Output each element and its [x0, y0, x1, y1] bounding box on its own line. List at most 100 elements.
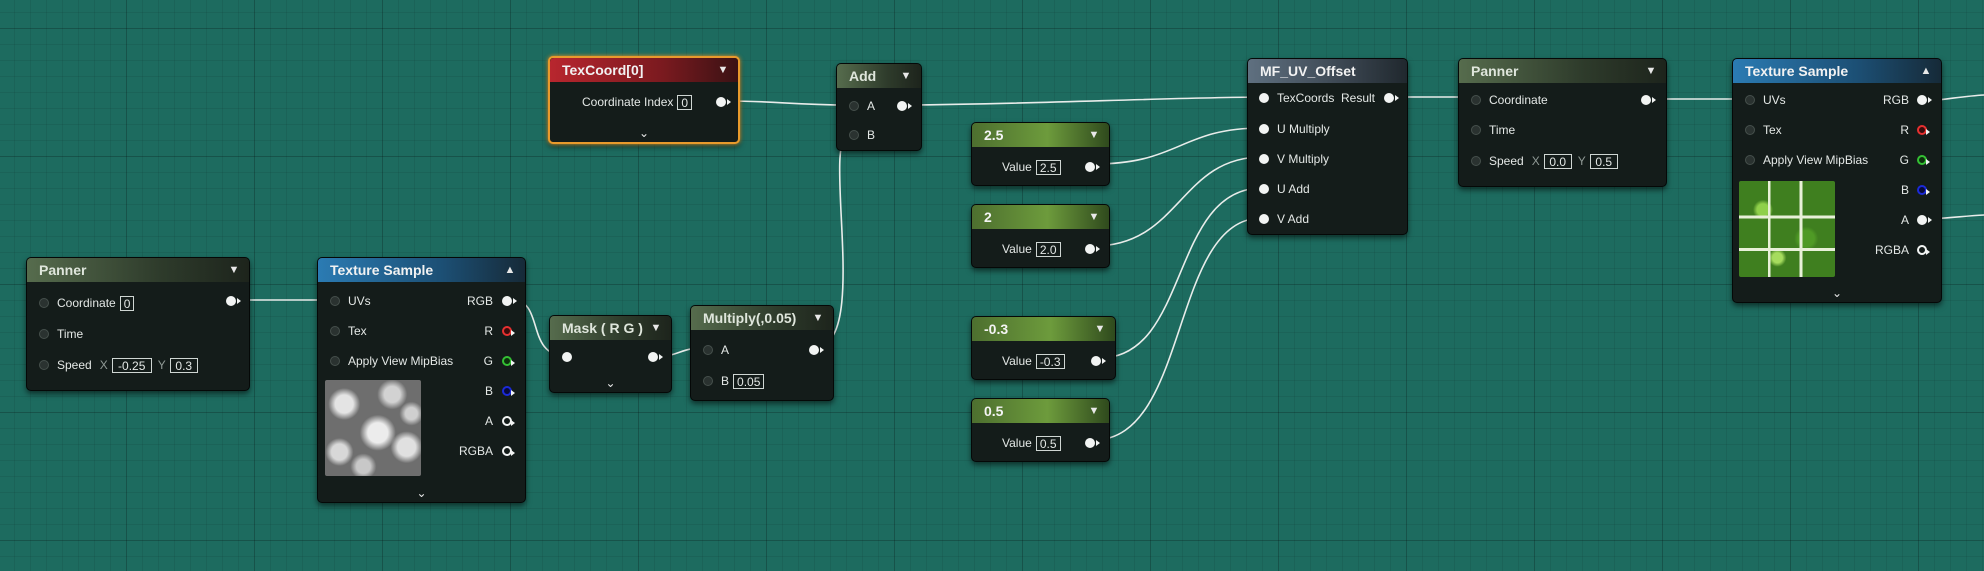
pin-label: RGBA	[1874, 243, 1909, 257]
texcoords-input-pin[interactable]	[1259, 93, 1269, 103]
result-output-pin[interactable]	[1384, 93, 1399, 103]
coordinate-input-pin[interactable]	[39, 298, 49, 308]
value-field[interactable]: -0.3	[1035, 354, 1065, 370]
time-input-pin[interactable]	[1471, 125, 1481, 135]
node-header[interactable]: 0.5 ▼	[972, 399, 1109, 423]
v-add-input-pin[interactable]	[1259, 214, 1269, 224]
node-header[interactable]: TexCoord[0] ▼	[550, 58, 738, 82]
output-pin[interactable]	[1085, 244, 1100, 254]
chevron-down-icon[interactable]: ▼	[1087, 123, 1101, 147]
constant-node-0-5[interactable]: 0.5 ▼ Value 0.5	[971, 398, 1110, 462]
node-header[interactable]: Panner ▼	[1459, 59, 1666, 83]
panner-node-right[interactable]: Panner ▼ Coordinate Time Speed X 0.0 Y 0.5	[1458, 58, 1667, 187]
b-output-pin[interactable]	[1917, 185, 1930, 195]
constant-node-2[interactable]: 2 ▼ Value 2.0	[971, 204, 1110, 268]
node-header[interactable]: MF_UV_Offset	[1248, 59, 1407, 83]
tex-input-pin[interactable]	[330, 326, 340, 336]
texture-sample-node-left[interactable]: Texture Sample ▲ UVs Tex Apply View MipBi…	[317, 257, 526, 503]
tex-input-pin[interactable]	[1745, 125, 1755, 135]
constant-node-2-5[interactable]: 2.5 ▼ Value 2.5	[971, 122, 1110, 186]
rgb-output-pin[interactable]	[1917, 95, 1932, 105]
output-pin[interactable]	[1085, 438, 1100, 448]
coordinate-value-field[interactable]: 0	[119, 296, 135, 312]
value-field[interactable]: 0.5	[1035, 436, 1061, 452]
add-node[interactable]: Add ▼ A B	[836, 63, 922, 151]
speed-y-field[interactable]: 0.3	[169, 358, 198, 374]
chevron-down-icon[interactable]: ▼	[811, 306, 825, 330]
output-pin[interactable]	[1091, 356, 1106, 366]
u-add-input-pin[interactable]	[1259, 184, 1269, 194]
b-output-pin[interactable]	[502, 386, 515, 396]
value-field[interactable]: 2.0	[1035, 242, 1061, 258]
node-header[interactable]: Multiply(,0.05) ▼	[691, 306, 833, 330]
r-output-pin[interactable]	[1917, 125, 1930, 135]
output-pin[interactable]	[648, 352, 663, 362]
chevron-up-icon[interactable]: ▲	[503, 258, 517, 282]
v-multiply-input-pin[interactable]	[1259, 154, 1269, 164]
chevron-down-icon[interactable]: ▼	[716, 58, 730, 82]
mipbias-input-pin[interactable]	[330, 356, 340, 366]
multiply-node[interactable]: Multiply(,0.05) ▼ A B 0.05	[690, 305, 834, 401]
chevron-down-icon[interactable]: ▼	[899, 64, 913, 88]
b-input-pin[interactable]	[849, 130, 859, 140]
panner-node-left[interactable]: Panner ▼ Coordinate 0 Time Speed X -0.25 Y 0.3	[26, 257, 250, 391]
output-pin[interactable]	[716, 97, 731, 107]
u-multiply-input-pin[interactable]	[1259, 124, 1269, 134]
chevron-down-icon[interactable]: ⌄	[603, 376, 619, 390]
time-input-pin[interactable]	[39, 329, 49, 339]
node-header[interactable]: Mask ( R G ) ▼	[550, 316, 671, 340]
node-header[interactable]: Texture Sample ▲	[1733, 59, 1941, 83]
a-input-pin[interactable]	[849, 101, 859, 111]
rgb-output-pin[interactable]	[502, 296, 517, 306]
a-output-pin[interactable]	[502, 416, 515, 426]
g-output-pin[interactable]	[1917, 155, 1930, 165]
b-input-pin[interactable]	[703, 376, 713, 386]
value-field[interactable]: 2.5	[1035, 160, 1061, 176]
output-pin[interactable]	[1085, 162, 1100, 172]
a-input-pin[interactable]	[703, 345, 713, 355]
speed-x-field[interactable]: 0.0	[1543, 154, 1572, 170]
node-header[interactable]: Add ▼	[837, 64, 921, 88]
rgba-output-pin[interactable]	[502, 446, 515, 456]
coordinate-index-field[interactable]: 0	[677, 95, 693, 111]
texcoord-node[interactable]: TexCoord[0] ▼ Coordinate Index 0 ⌄	[548, 56, 740, 144]
mf-uv-offset-node[interactable]: MF_UV_Offset TexCoords Result U Multiply…	[1247, 58, 1408, 235]
rgba-output-pin[interactable]	[1917, 245, 1930, 255]
chevron-down-icon[interactable]: ▼	[227, 258, 241, 282]
coordinate-input-pin[interactable]	[1471, 95, 1481, 105]
mask-node[interactable]: Mask ( R G ) ▼ ⌄	[549, 315, 672, 393]
speed-x-field[interactable]: -0.25	[111, 358, 152, 374]
mipbias-input-pin[interactable]	[1745, 155, 1755, 165]
speed-y-field[interactable]: 0.5	[1589, 154, 1618, 170]
pin-label: B	[1900, 183, 1909, 197]
node-header[interactable]: -0.3 ▼	[972, 317, 1115, 341]
output-pin[interactable]	[809, 345, 824, 355]
output-pin[interactable]	[897, 101, 912, 111]
speed-input-pin[interactable]	[39, 360, 49, 370]
speed-input-pin[interactable]	[1471, 156, 1481, 166]
r-output-pin[interactable]	[502, 326, 515, 336]
g-output-pin[interactable]	[502, 356, 515, 366]
a-output-pin[interactable]	[1917, 215, 1932, 225]
node-header[interactable]: 2 ▼	[972, 205, 1109, 229]
constant-node-minus-0-3[interactable]: -0.3 ▼ Value -0.3	[971, 316, 1116, 380]
chevron-down-icon[interactable]: ▼	[1093, 317, 1107, 341]
output-pin[interactable]	[226, 296, 241, 306]
chevron-down-icon[interactable]: ⌄	[414, 486, 430, 500]
input-pin[interactable]	[562, 352, 572, 362]
node-header[interactable]: Panner ▼	[27, 258, 249, 282]
chevron-down-icon[interactable]: ▼	[1087, 399, 1101, 423]
chevron-down-icon[interactable]: ⌄	[1829, 286, 1845, 300]
texture-sample-node-right[interactable]: Texture Sample ▲ UVs Tex Apply View MipBi…	[1732, 58, 1942, 303]
uvs-input-pin[interactable]	[330, 296, 340, 306]
node-header[interactable]: Texture Sample ▲	[318, 258, 525, 282]
b-value-field[interactable]: 0.05	[733, 374, 765, 390]
chevron-down-icon[interactable]: ▼	[1087, 205, 1101, 229]
chevron-down-icon[interactable]: ▼	[1644, 59, 1658, 83]
chevron-down-icon[interactable]: ⌄	[636, 126, 652, 140]
output-pin[interactable]	[1641, 95, 1656, 105]
chevron-up-icon[interactable]: ▲	[1919, 59, 1933, 83]
chevron-down-icon[interactable]: ▼	[649, 316, 663, 340]
uvs-input-pin[interactable]	[1745, 95, 1755, 105]
node-header[interactable]: 2.5 ▼	[972, 123, 1109, 147]
